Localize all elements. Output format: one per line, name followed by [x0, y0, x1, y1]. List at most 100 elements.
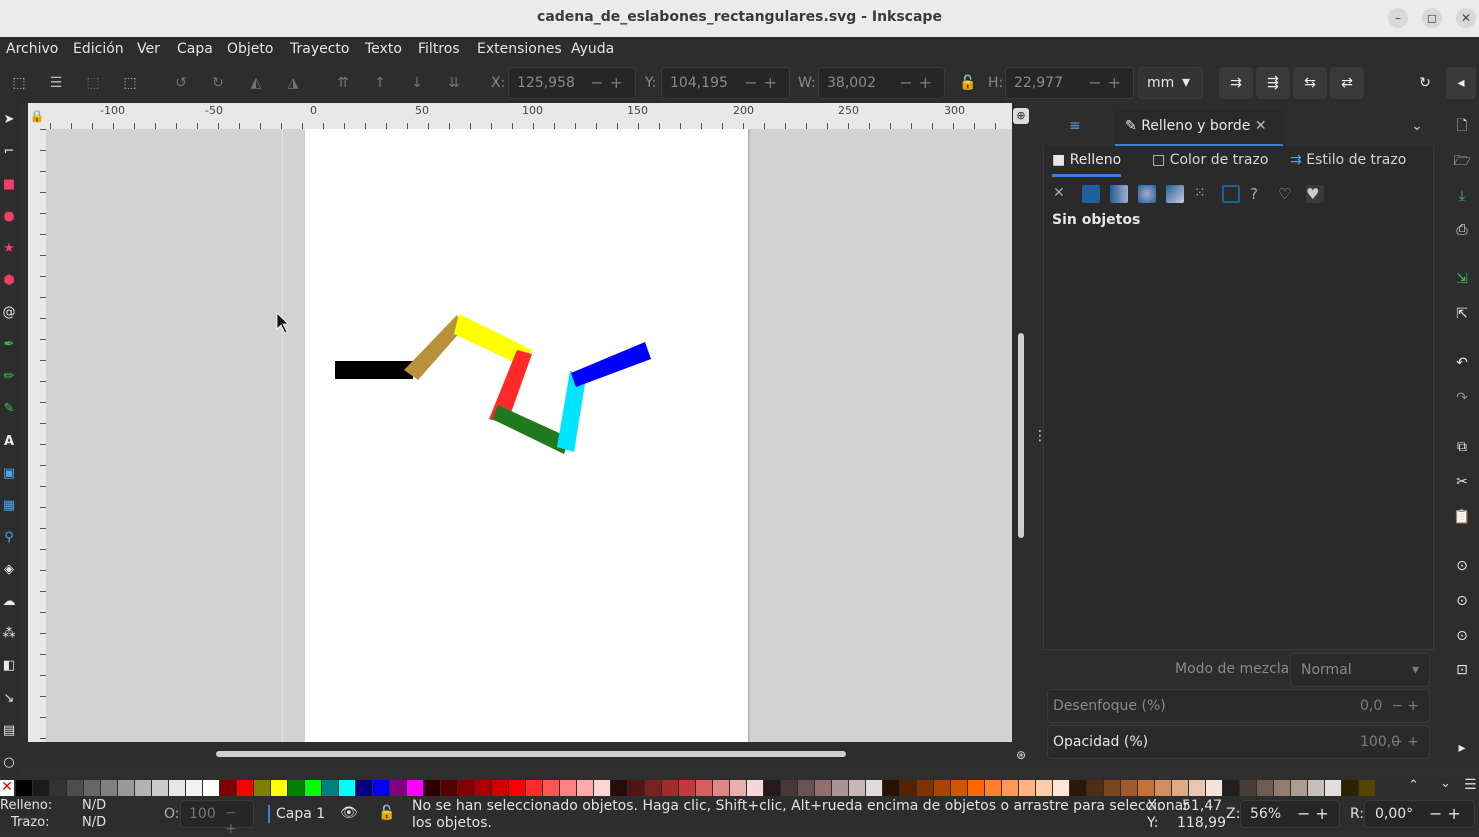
- color-swatch[interactable]: [1104, 780, 1120, 796]
- undo-icon[interactable]: ↶: [1453, 354, 1471, 372]
- copy-icon[interactable]: ⧉: [1453, 438, 1471, 456]
- menu-ver[interactable]: Ver: [137, 41, 160, 57]
- color-swatch[interactable]: [985, 780, 1001, 796]
- color-swatch[interactable]: [1155, 780, 1171, 796]
- gradient-tool-icon[interactable]: ▣: [0, 465, 18, 483]
- cut-icon[interactable]: ✂: [1453, 473, 1471, 491]
- menu-trayecto[interactable]: Trayecto: [290, 41, 349, 57]
- zoom-drawing-icon[interactable]: ⊙: [1453, 592, 1471, 610]
- current-layer[interactable]: Capa 1: [276, 806, 325, 822]
- color-swatch[interactable]: [611, 780, 627, 796]
- color-swatch[interactable]: [1257, 780, 1273, 796]
- scroll-thumb[interactable]: [1018, 333, 1024, 538]
- color-swatch[interactable]: [1274, 780, 1290, 796]
- menu-edicion[interactable]: Edición: [73, 41, 124, 57]
- color-swatch[interactable]: [509, 780, 525, 796]
- blur-field[interactable]: Desenfoque (%) 0,0 −+: [1047, 689, 1430, 723]
- color-swatch[interactable]: [254, 780, 270, 796]
- tweak-tool-icon[interactable]: ☁: [0, 593, 18, 611]
- color-swatch[interactable]: [1240, 780, 1256, 796]
- rotate-cw-icon[interactable]: ↻: [209, 74, 227, 92]
- node-tool-icon[interactable]: ⌐: [0, 143, 18, 161]
- unset-paint-icon[interactable]: ?: [1250, 185, 1268, 203]
- color-swatch[interactable]: [764, 780, 780, 796]
- color-swatch[interactable]: [815, 780, 831, 796]
- spray-tool-icon[interactable]: ⁂: [0, 625, 18, 643]
- w-field[interactable]: 38,002 −+: [818, 67, 945, 99]
- color-swatch[interactable]: [883, 780, 899, 796]
- color-swatch[interactable]: [152, 780, 168, 796]
- blend-mode-select[interactable]: Normal ▾: [1290, 653, 1430, 687]
- close-icon[interactable]: ✕: [1456, 8, 1476, 28]
- color-swatch[interactable]: [407, 780, 423, 796]
- star-tool-icon[interactable]: ★: [0, 240, 18, 258]
- pen-tool-icon[interactable]: ✒: [0, 336, 18, 354]
- paste-icon[interactable]: 📋: [1453, 508, 1471, 526]
- visibility-eye-icon[interactable]: 👁: [340, 805, 358, 821]
- connector-tool-icon[interactable]: ↘: [0, 690, 18, 708]
- export-icon[interactable]: ⇱: [1453, 305, 1471, 323]
- select-all-icon[interactable]: ⬚: [10, 74, 28, 92]
- chevron-down-icon[interactable]: ⌄: [1411, 110, 1423, 146]
- zoom-selection-icon[interactable]: ⊙: [1453, 557, 1471, 575]
- open-icon[interactable]: 🗁: [1453, 152, 1471, 170]
- color-swatch[interactable]: [186, 780, 202, 796]
- paint-bucket-tool-icon[interactable]: ◈: [0, 561, 18, 579]
- tab-stroke-style[interactable]: ⇉ Estilo de trazo: [1290, 152, 1406, 168]
- layer-lock-icon[interactable]: 🔓: [378, 805, 395, 821]
- color-manage-icon[interactable]: ⊛: [1013, 748, 1029, 764]
- tab-stroke-paint[interactable]: □ Color de trazo: [1152, 152, 1268, 168]
- color-swatch[interactable]: [1087, 780, 1103, 796]
- no-color-swatch[interactable]: ✕: [0, 780, 14, 796]
- color-swatch[interactable]: [747, 780, 763, 796]
- flat-color-icon[interactable]: [1082, 185, 1100, 203]
- rotation-stepper[interactable]: −+: [1429, 804, 1466, 823]
- y-stepper[interactable]: −+: [744, 73, 783, 92]
- color-swatch[interactable]: [458, 780, 474, 796]
- unit-select[interactable]: mm ▾: [1138, 67, 1203, 99]
- rectangle-tool-icon[interactable]: ■: [0, 176, 18, 194]
- vertical-scrollbar[interactable]: [1012, 103, 1030, 766]
- zoom-page-width-icon[interactable]: ⊡: [1453, 661, 1471, 679]
- transform-gradients-button[interactable]: ⇆: [1293, 67, 1327, 99]
- guide-lock-icon[interactable]: 🔒: [28, 103, 46, 129]
- mesh-gradient-icon[interactable]: [1166, 185, 1184, 203]
- color-swatch[interactable]: [645, 780, 661, 796]
- color-swatch[interactable]: [1206, 780, 1222, 796]
- zoom-page-icon[interactable]: ⊙: [1453, 627, 1471, 645]
- save-icon[interactable]: ⤓: [1453, 187, 1471, 205]
- pattern-icon[interactable]: ⁙: [1194, 185, 1212, 203]
- stroke-indicator-value[interactable]: N/D: [82, 815, 106, 830]
- fill-rule-evenodd-icon[interactable]: ♡: [1278, 185, 1296, 203]
- blur-stepper[interactable]: −+: [1392, 698, 1423, 714]
- tan-link[interactable]: [404, 315, 463, 380]
- minimize-icon[interactable]: –: [1388, 8, 1408, 28]
- black-link[interactable]: [335, 361, 413, 379]
- color-swatch[interactable]: [16, 780, 32, 796]
- flip-horizontal-icon[interactable]: ◭: [247, 74, 265, 92]
- zoom-tool-icon[interactable]: ○: [0, 754, 18, 772]
- lower-to-bottom-icon[interactable]: ⇊: [445, 74, 463, 92]
- redo-icon[interactable]: ↷: [1453, 389, 1471, 407]
- color-swatch[interactable]: [441, 780, 457, 796]
- ellipse-tool-icon[interactable]: ●: [0, 208, 18, 226]
- collapse-toolbar-button[interactable]: ◂: [1446, 67, 1476, 99]
- menu-filtros[interactable]: Filtros: [418, 41, 460, 57]
- 3dbox-tool-icon[interactable]: ⬢: [0, 272, 18, 290]
- selector-tool-icon[interactable]: ➤: [0, 111, 18, 129]
- palette-menu-icon[interactable]: ☰: [1464, 777, 1477, 793]
- snap-icon[interactable]: ↻: [1416, 74, 1434, 92]
- transform-patterns-button[interactable]: ⇄: [1330, 67, 1364, 99]
- color-swatch[interactable]: [1053, 780, 1069, 796]
- color-swatch[interactable]: [288, 780, 304, 796]
- color-swatch[interactable]: [560, 780, 576, 796]
- color-swatch[interactable]: [1019, 780, 1035, 796]
- color-swatch[interactable]: [798, 780, 814, 796]
- tab-fill[interactable]: ■ Relleno: [1052, 152, 1122, 177]
- select-all-layers-icon[interactable]: ☰: [47, 74, 65, 92]
- color-swatch[interactable]: [475, 780, 491, 796]
- scale-corners-button[interactable]: ⇶: [1256, 67, 1290, 99]
- deselect-icon[interactable]: ⬚: [84, 74, 102, 92]
- lock-icon[interactable]: 🔓: [959, 74, 977, 92]
- raise-to-top-icon[interactable]: ⇈: [334, 74, 352, 92]
